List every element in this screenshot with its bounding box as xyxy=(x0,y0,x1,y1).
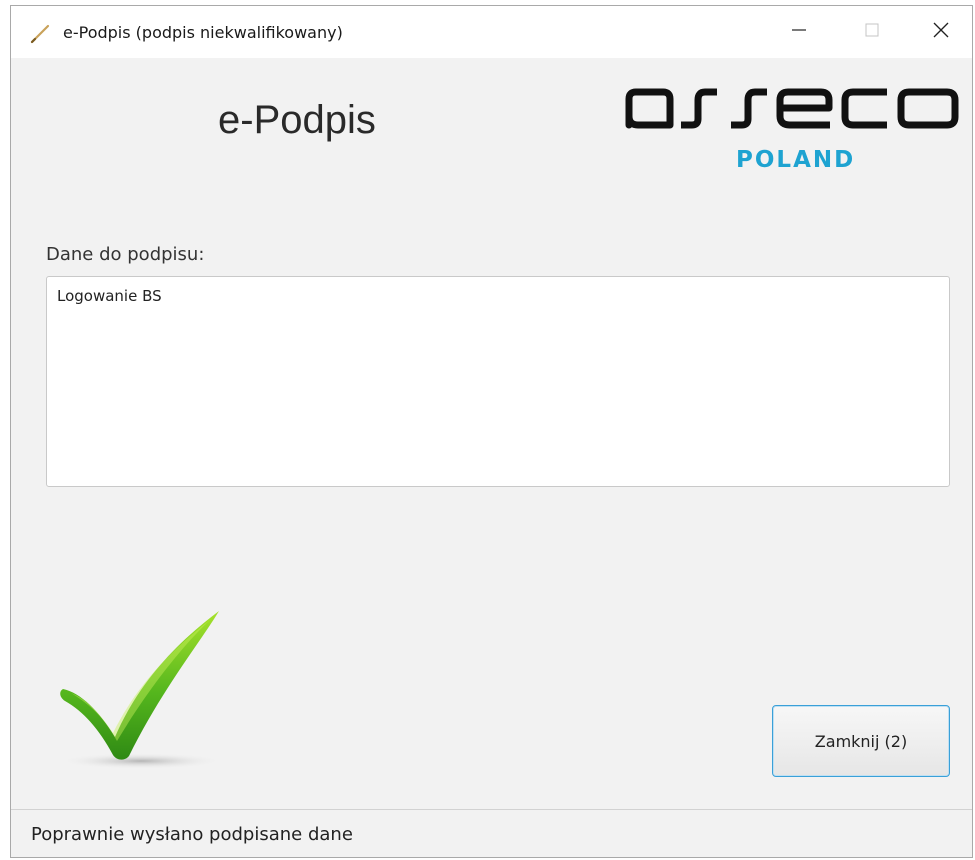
status-message: Poprawnie wysłano podpisane dane xyxy=(31,824,353,845)
asseco-wordmark xyxy=(625,88,959,129)
title-bar[interactable]: e-Podpis (podpis niekwalifikowany) xyxy=(11,6,972,58)
pen-icon xyxy=(29,23,51,45)
asseco-logo: POLAND xyxy=(625,86,961,178)
maximize-icon xyxy=(865,23,879,42)
app-title: e-Podpis xyxy=(218,98,376,142)
signing-data-label: Dane do podpisu: xyxy=(46,244,205,265)
close-window-button[interactable] xyxy=(918,6,964,58)
close-icon xyxy=(933,22,949,43)
minimize-button[interactable] xyxy=(776,6,822,58)
logo-subtext: POLAND xyxy=(736,147,856,173)
close-button[interactable]: Zamknij (2) xyxy=(772,705,950,777)
status-bar: Poprawnie wysłano podpisane dane xyxy=(11,809,972,857)
minimize-icon xyxy=(791,22,807,43)
signing-data-textarea[interactable]: Logowanie BS xyxy=(46,276,950,487)
checkmark-icon xyxy=(51,611,231,771)
app-window: e-Podpis (podpis niekwalifikowany) e-Pod… xyxy=(10,5,973,858)
maximize-button[interactable] xyxy=(849,6,895,58)
window-title: e-Podpis (podpis niekwalifikowany) xyxy=(63,23,343,42)
